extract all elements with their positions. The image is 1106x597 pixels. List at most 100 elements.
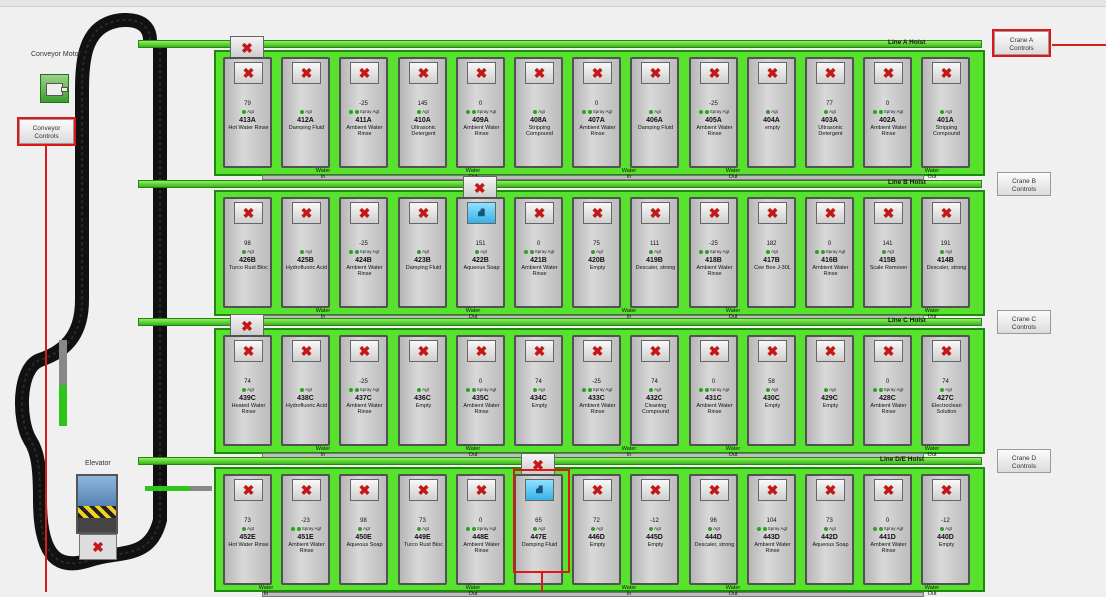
- crane-icon[interactable]: ✖: [932, 202, 961, 224]
- crane-icon[interactable]: ✖: [700, 340, 729, 362]
- crane-icon[interactable]: ✖: [583, 62, 612, 84]
- crane-icon[interactable]: ✖: [525, 202, 554, 224]
- tank-424b[interactable]: ✖ -25 Spray Agt 424B Ambient Water Rinse: [339, 197, 388, 308]
- tank-414b[interactable]: ✖ 191 Agt 414B Descaler, strong: [921, 197, 970, 308]
- crane-a-controls-button[interactable]: Crane A Controls: [992, 29, 1051, 57]
- crane-icon[interactable]: ✖: [409, 202, 438, 224]
- tank-441d[interactable]: ✖ 0 Spray Agt 441D Ambient Water Rinse: [863, 474, 912, 585]
- crane-icon[interactable]: ✖: [234, 202, 263, 224]
- crane-icon[interactable]: ✖: [874, 202, 903, 224]
- tank-406a[interactable]: ✖ Agt 406A Damping Fluid: [630, 57, 679, 168]
- crane-icon[interactable]: ✖: [641, 202, 670, 224]
- crane-icon[interactable]: ✖: [816, 479, 845, 501]
- tank-404a[interactable]: ✖ Agt 404A empty: [747, 57, 796, 168]
- tank-401a[interactable]: ✖ Agt 401A Stripping Compound: [921, 57, 970, 168]
- crane-icon[interactable]: ✖: [874, 62, 903, 84]
- tank-415b[interactable]: ✖ 141 Agt 415B Scale Remover: [863, 197, 912, 308]
- elevator-crane-icon[interactable]: ✖: [79, 534, 117, 560]
- basket-icon[interactable]: ⛘: [467, 202, 496, 224]
- crane-icon[interactable]: ✖: [292, 202, 321, 224]
- tank-407a[interactable]: ✖ 0 Spray Agt 407A Ambient Water Rinse: [572, 57, 621, 168]
- tank-433c[interactable]: ✖ -25 Spray Agt 433C Ambient Water Rinse: [572, 335, 621, 446]
- tank-418b[interactable]: ✖ -25 Spray Agt 418B Ambient Water Rinse: [689, 197, 738, 308]
- tank-434c[interactable]: ✖ 74 Agt 434C Empty: [514, 335, 563, 446]
- tank-444d[interactable]: ✖ 96 Agt 444D Descaler, strong: [689, 474, 738, 585]
- tank-432c[interactable]: ✖ 74 Agt 432C Cleaning Compound: [630, 335, 679, 446]
- crane-icon[interactable]: ✖: [641, 62, 670, 84]
- crane-icon[interactable]: ✖: [641, 479, 670, 501]
- tank-416b[interactable]: ✖ 0 Spray Agt 416B Ambient Water Rinse: [805, 197, 854, 308]
- crane-icon[interactable]: ✖: [234, 340, 263, 362]
- crane-icon[interactable]: ✖: [292, 340, 321, 362]
- elevator-icon[interactable]: [76, 474, 118, 534]
- tank-448e[interactable]: ✖ 0 Spray Agt 448E Ambient Water Rinse: [456, 474, 505, 585]
- tank-411a[interactable]: ✖ -25 Spray Agt 411A Ambient Water Rinse: [339, 57, 388, 168]
- conveyor-motor-icon[interactable]: [40, 74, 69, 103]
- crane-icon[interactable]: ✖: [350, 340, 379, 362]
- crane-icon[interactable]: ✖: [700, 202, 729, 224]
- crane-icon[interactable]: ✖: [234, 479, 263, 501]
- crane-icon[interactable]: ✖: [816, 340, 845, 362]
- tank-425b[interactable]: ✖ Agt 425B Hydrofluoric Acid: [281, 197, 330, 308]
- crane-c-controls-button[interactable]: Crane C Controls: [997, 310, 1051, 334]
- tank-403a[interactable]: ✖ 77 Agt 403A Ultrasonic Detergent: [805, 57, 854, 168]
- crane-icon[interactable]: ✖: [525, 62, 554, 84]
- tank-426b[interactable]: ✖ 98 Agt 426B Turco Rust Bloc: [223, 197, 272, 308]
- tank-428c[interactable]: ✖ 0 Spray Agt 428C Ambient Water Rinse: [863, 335, 912, 446]
- conveyor-controls-button[interactable]: Conveyor Controls: [17, 117, 76, 146]
- crane-icon[interactable]: ✖: [932, 479, 961, 501]
- tank-435c[interactable]: ✖ 0 Spray Agt 435C Ambient Water Rinse: [456, 335, 505, 446]
- crane-icon[interactable]: ✖: [467, 479, 496, 501]
- tank-450e[interactable]: ✖ 98 Agt 450E Aqueous Soap: [339, 474, 388, 585]
- crane-icon[interactable]: ✖: [409, 340, 438, 362]
- tank-429c[interactable]: ✖ Agt 429C Empty: [805, 335, 854, 446]
- crane-icon[interactable]: ✖: [932, 62, 961, 84]
- crane-icon[interactable]: ✖: [816, 62, 845, 84]
- tank-421b[interactable]: ✖ 0 Spray Agt 421B Ambient Water Rinse: [514, 197, 563, 308]
- tank-423b[interactable]: ✖ Agt 423B Damping Fluid: [398, 197, 447, 308]
- crane-icon[interactable]: ✖: [641, 340, 670, 362]
- crane-icon[interactable]: ✖: [758, 479, 787, 501]
- tank-419b[interactable]: ✖ 111 Agt 419B Descaler, strong: [630, 197, 679, 308]
- crane-icon[interactable]: ✖: [583, 479, 612, 501]
- tank-431c[interactable]: ✖ 0 Spray Agt 431C Ambient Water Rinse: [689, 335, 738, 446]
- tank-438c[interactable]: ✖ Agt 438C Hydrofluoric Acid: [281, 335, 330, 446]
- crane-d-controls-button[interactable]: Crane D Controls: [997, 449, 1051, 473]
- crane-icon[interactable]: ✖: [525, 340, 554, 362]
- crane-icon[interactable]: ✖: [350, 202, 379, 224]
- crane-icon[interactable]: ✖: [874, 479, 903, 501]
- tank-420b[interactable]: ✖ 75 Agt 420B Empty: [572, 197, 621, 308]
- tank-412a[interactable]: ✖ Agt 412A Damping Fluid: [281, 57, 330, 168]
- crane-icon[interactable]: ✖: [816, 202, 845, 224]
- tank-442d[interactable]: ✖ 73 Agt 442D Aqueous Soap: [805, 474, 854, 585]
- tank-440d[interactable]: ✖ -12 Agt 440D Empty: [921, 474, 970, 585]
- crane-icon[interactable]: ✖: [350, 479, 379, 501]
- crane-icon[interactable]: ✖: [467, 340, 496, 362]
- crane-icon[interactable]: ✖: [292, 62, 321, 84]
- tank-402a[interactable]: ✖ 0 Spray Agt 402A Ambient Water Rinse: [863, 57, 912, 168]
- tank-446d[interactable]: ✖ 72 Agt 446D Empty: [572, 474, 621, 585]
- crane-icon[interactable]: ✖: [758, 202, 787, 224]
- tank-417b[interactable]: ✖ 182 Agt 417B Cee Bee J-30L: [747, 197, 796, 308]
- crane-icon[interactable]: ✖: [700, 62, 729, 84]
- crane-icon[interactable]: ✖: [874, 340, 903, 362]
- tank-410a[interactable]: ✖ 145 Agt 410A Ultrasonic Detergent: [398, 57, 447, 168]
- tank-437c[interactable]: ✖ -25 Spray Agt 437C Ambient Water Rinse: [339, 335, 388, 446]
- crane-icon[interactable]: ✖: [700, 479, 729, 501]
- crane-icon[interactable]: ✖: [583, 340, 612, 362]
- crane-icon[interactable]: ✖: [292, 479, 321, 501]
- tank-443d[interactable]: ✖ 104 Spray Agt 443D Ambient Water Rinse: [747, 474, 796, 585]
- tank-427c[interactable]: ✖ 74 Agt 427C Electroclean Solution: [921, 335, 970, 446]
- tank-408a[interactable]: ✖ Agt 408A Stripping Compound: [514, 57, 563, 168]
- tank-405a[interactable]: ✖ -25 Spray Agt 405A Ambient Water Rinse: [689, 57, 738, 168]
- tank-409a[interactable]: ✖ 0 Spray Agt 409A Ambient Water Rinse: [456, 57, 505, 168]
- crane-icon[interactable]: ✖: [583, 202, 612, 224]
- crane-icon[interactable]: ✖: [758, 340, 787, 362]
- crane-icon[interactable]: ✖: [758, 62, 787, 84]
- crane-icon[interactable]: ✖: [409, 62, 438, 84]
- crane-icon[interactable]: ✖: [932, 340, 961, 362]
- tank-449e[interactable]: ✖ 73 Agt 449E Turco Rust Bloc: [398, 474, 447, 585]
- crane-b-controls-button[interactable]: Crane B Controls: [997, 172, 1051, 196]
- tank-422b[interactable]: ⛘ 151 Agt 422B Aqueous Soap: [456, 197, 505, 308]
- crane-icon[interactable]: ✖: [234, 62, 263, 84]
